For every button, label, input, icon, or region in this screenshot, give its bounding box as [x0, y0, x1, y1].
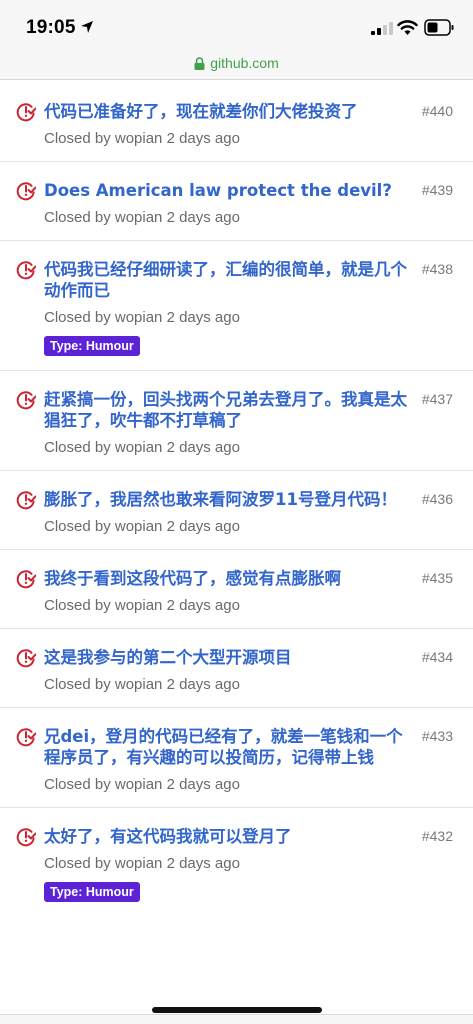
lock-icon	[194, 56, 205, 70]
issue-row[interactable]: 代码已准备好了，现在就差你们大佬投资了 #440 Closed by wopia…	[0, 83, 473, 162]
issue-meta: Closed by wopian 2 days ago	[44, 209, 240, 226]
issue-closed-icon	[16, 491, 36, 510]
issue-row[interactable]: 我终于看到这段代码了，感觉有点膨胀啊 #435 Closed by wopian…	[0, 550, 473, 629]
issue-meta: Closed by wopian 2 days ago	[44, 518, 240, 535]
issue-meta: Closed by wopian 2 days ago	[44, 439, 240, 456]
issue-meta: Closed by wopian 2 days ago	[44, 676, 240, 693]
issue-closed-icon	[16, 103, 36, 122]
issue-closed-icon	[16, 391, 36, 410]
issue-row[interactable]: 膨胀了，我居然也敢来看阿波罗11号登月代码！ #436 Closed by wo…	[0, 471, 473, 550]
issue-title[interactable]: 代码已准备好了，现在就差你们大佬投资了	[44, 101, 413, 122]
issue-label[interactable]: Type: Humour	[44, 336, 140, 356]
issue-number: #432	[421, 828, 453, 844]
issue-title[interactable]: 兄dei，登月的代码已经有了，就差一笔钱和一个程序员了，有兴趣的可以投简历，记得…	[44, 726, 413, 768]
wifi-icon	[397, 20, 418, 35]
issue-row[interactable]: 这是我参与的第二个大型开源项目 #434 Closed by wopian 2 …	[0, 629, 473, 708]
status-bar: 19:05	[0, 0, 473, 50]
issue-closed-icon	[16, 828, 36, 847]
location-arrow-icon	[81, 21, 93, 33]
issue-meta: Closed by wopian 2 days ago	[44, 309, 240, 326]
url-bar[interactable]: github.com	[0, 50, 473, 80]
issue-title[interactable]: Does American law protect the devil?	[44, 180, 413, 201]
issue-closed-icon	[16, 649, 36, 668]
issue-row[interactable]: 代码我已经仔细研读了，汇编的很简单，就是几个动作而已 #438 Closed b…	[0, 241, 473, 371]
issue-number: #440	[421, 103, 453, 119]
issue-title[interactable]: 这是我参与的第二个大型开源项目	[44, 647, 413, 668]
issue-number: #433	[421, 728, 453, 744]
home-indicator[interactable]	[152, 1007, 322, 1013]
issue-title[interactable]: 膨胀了，我居然也敢来看阿波罗11号登月代码！	[44, 489, 413, 510]
issue-number: #435	[421, 570, 453, 586]
issue-title[interactable]: 赶紧搞一份，回头找两个兄弟去登月了。我真是太猖狂了，吹牛都不打草稿了	[44, 389, 413, 431]
issue-closed-icon	[16, 570, 36, 589]
issue-row[interactable]: 兄dei，登月的代码已经有了，就差一笔钱和一个程序员了，有兴趣的可以投简历，记得…	[0, 708, 473, 808]
issue-row[interactable]: 太好了，有这代码我就可以登月了 #432 Closed by wopian 2 …	[0, 808, 473, 916]
url-text: github.com	[210, 55, 279, 71]
issue-closed-icon	[16, 182, 36, 201]
issue-meta: Closed by wopian 2 days ago	[44, 776, 240, 793]
issue-closed-icon	[16, 261, 36, 280]
issue-meta: Closed by wopian 2 days ago	[44, 597, 240, 614]
issue-row[interactable]: 赶紧搞一份，回头找两个兄弟去登月了。我真是太猖狂了，吹牛都不打草稿了 #437 …	[0, 371, 473, 471]
browser-bottom-toolbar	[0, 1014, 473, 1024]
issue-list: 代码已准备好了，现在就差你们大佬投资了 #440 Closed by wopia…	[0, 83, 473, 916]
issue-label[interactable]: Type: Humour	[44, 882, 140, 902]
issue-number: #436	[421, 491, 453, 507]
issue-title[interactable]: 我终于看到这段代码了，感觉有点膨胀啊	[44, 568, 413, 589]
issue-number: #437	[421, 391, 453, 407]
signal-icon	[371, 22, 393, 35]
status-time: 19:05	[26, 17, 76, 38]
issue-title[interactable]: 代码我已经仔细研读了，汇编的很简单，就是几个动作而已	[44, 259, 413, 301]
issue-number: #434	[421, 649, 453, 665]
issue-closed-icon	[16, 728, 36, 747]
issue-number: #439	[421, 182, 453, 198]
issue-title[interactable]: 太好了，有这代码我就可以登月了	[44, 826, 413, 847]
issue-meta: Closed by wopian 2 days ago	[44, 130, 240, 147]
issue-row[interactable]: Does American law protect the devil? #43…	[0, 162, 473, 241]
issue-number: #438	[421, 261, 453, 277]
battery-icon	[424, 19, 454, 36]
issue-meta: Closed by wopian 2 days ago	[44, 855, 240, 872]
